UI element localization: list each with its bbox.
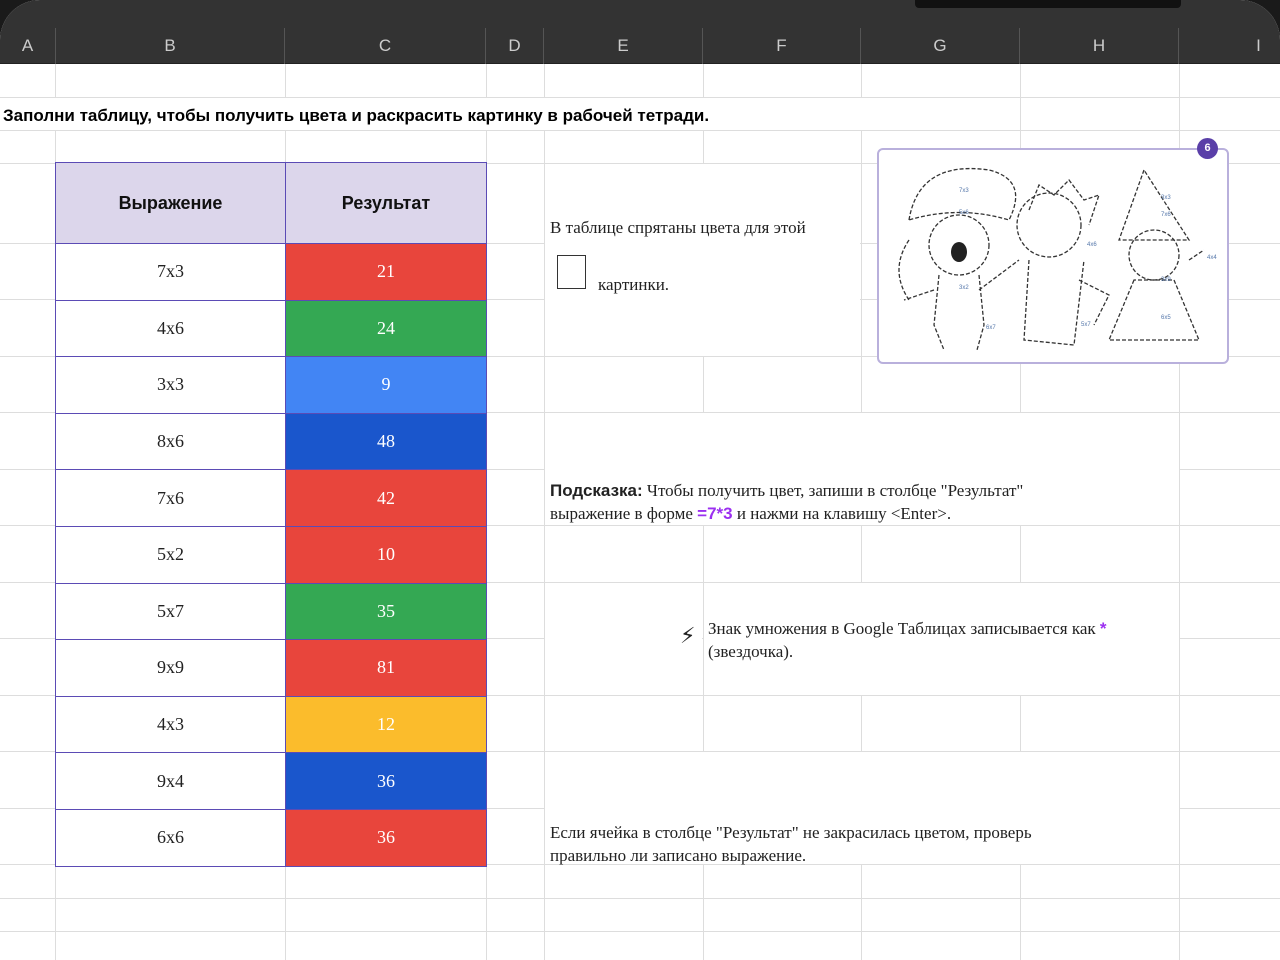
hint-label: Подсказка: <box>550 481 643 500</box>
hint-text-1: Чтобы получить цвет, запиши в столбце "Р… <box>646 481 1024 500</box>
result-cell[interactable]: 36 <box>285 808 487 867</box>
table-row: 6x6 36 <box>55 808 487 867</box>
result-cell[interactable]: 42 <box>285 469 487 527</box>
check-line-2: правильно ли записано выражение. <box>550 846 807 865</box>
lightning-icon: ⚡︎ <box>680 623 696 648</box>
expression-cell[interactable]: 4x3 <box>55 695 286 754</box>
expression-cell[interactable]: 6x6 <box>55 808 286 867</box>
page-badge: 6 <box>1197 138 1218 159</box>
table-row: 8x6 48 <box>55 412 487 471</box>
expression-table: Выражение Результат 7x3 21 4x6 24 3x3 9 8x6 48 7… <box>55 162 487 867</box>
table-row: 4x3 12 <box>55 695 487 754</box>
picture-label: 5x7 <box>1081 322 1091 328</box>
expression-cell[interactable]: 9x9 <box>55 639 286 697</box>
column-header-i[interactable]: I <box>1179 28 1280 64</box>
column-header-c[interactable]: C <box>285 28 486 64</box>
spreadsheet: A B C D E F G H I Заполни таблицу, чтобы… <box>0 0 1280 960</box>
task-title: Заполни таблицу, чтобы получить цвета и … <box>3 106 710 125</box>
column-headers: A B C D E F G H I <box>0 28 1280 64</box>
column-header-e[interactable]: E <box>544 28 703 64</box>
check-text: Если ячейка в столбце "Результат" не зак… <box>550 821 1170 867</box>
result-cell[interactable]: 12 <box>285 695 487 754</box>
expression-cell[interactable]: 9x4 <box>55 752 286 810</box>
note-text: Знак умножения в Google Таблицах записыв… <box>708 617 1168 663</box>
picture-label: 6x5 <box>1161 315 1171 321</box>
note-line-1: Знак умножения в Google Таблицах записыв… <box>708 619 1096 638</box>
picture-label: 4x6 <box>1087 242 1097 248</box>
header-result: Результат <box>285 162 487 244</box>
column-header-h[interactable]: H <box>1020 28 1179 64</box>
column-header-g[interactable]: G <box>861 28 1020 64</box>
table-row: 5x7 35 <box>55 582 487 641</box>
intro-line-2: картинки. <box>598 275 670 294</box>
table-row: 9x4 36 <box>55 752 487 810</box>
expression-cell[interactable]: 7x3 <box>55 243 286 301</box>
picture-label: 7x3 <box>959 188 969 194</box>
result-cell[interactable]: 36 <box>285 752 487 810</box>
children-drawing-image <box>898 168 1205 351</box>
picture-label: 7x6 <box>1161 212 1171 218</box>
hint-text: Подсказка: Чтобы получить цвет, запиши в… <box>550 479 1170 525</box>
table-row: 3x3 9 <box>55 356 487 414</box>
column-header-d[interactable]: D <box>486 28 544 64</box>
result-cell[interactable]: 24 <box>285 299 487 358</box>
expression-cell[interactable]: 8x6 <box>55 412 286 471</box>
hint-formula: =7*3 <box>697 504 733 523</box>
picture-label: 3x9 <box>1161 277 1171 283</box>
table-row: 5x2 10 <box>55 525 487 584</box>
column-header-b[interactable]: B <box>56 28 285 64</box>
picture-label: 3x2 <box>959 285 969 291</box>
result-cell[interactable]: 9 <box>285 356 487 414</box>
result-cell[interactable]: 48 <box>285 412 487 471</box>
coloring-picture: 7x3 5x6 3x2 6x7 4x6 5x7 3x3 7x6 4x4 3x9 6x5 <box>877 148 1229 364</box>
picture-label: 5x6 <box>959 210 969 216</box>
checkbox[interactable] <box>557 255 586 289</box>
expression-cell[interactable]: 7x6 <box>55 469 286 527</box>
hint-text-2a: выражение в форме <box>550 504 693 523</box>
picture-label: 3x3 <box>1161 195 1171 201</box>
table-row: 4x6 24 <box>55 299 487 358</box>
device-notch <box>915 0 1181 8</box>
check-line-1: Если ячейка в столбце "Результат" не зак… <box>550 823 1032 842</box>
expression-cell[interactable]: 5x7 <box>55 582 286 641</box>
result-cell[interactable]: 21 <box>285 243 487 301</box>
result-cell[interactable]: 10 <box>285 525 487 584</box>
expression-cell[interactable]: 5x2 <box>55 525 286 584</box>
table-row: 9x9 81 <box>55 639 487 697</box>
note-star: * <box>1099 619 1107 638</box>
hint-text-2b: и нажми на клавишу <Enter>. <box>736 504 952 523</box>
result-cell[interactable]: 35 <box>285 582 487 641</box>
column-header-f[interactable]: F <box>703 28 861 64</box>
expression-cell[interactable]: 4x6 <box>55 299 286 358</box>
column-header-a[interactable]: A <box>0 28 56 64</box>
header-expression: Выражение <box>55 162 286 244</box>
picture-label: 6x7 <box>986 325 996 331</box>
table-row: 7x6 42 <box>55 469 487 527</box>
picture-label: 4x4 <box>1207 255 1217 261</box>
result-cell[interactable]: 81 <box>285 639 487 697</box>
intro-line-1: В таблице спрятаны цвета для этой <box>550 218 806 237</box>
expression-cell[interactable]: 3x3 <box>55 356 286 414</box>
note-line-2: (звездочка). <box>708 642 794 661</box>
table-row: 7x3 21 <box>55 243 487 301</box>
